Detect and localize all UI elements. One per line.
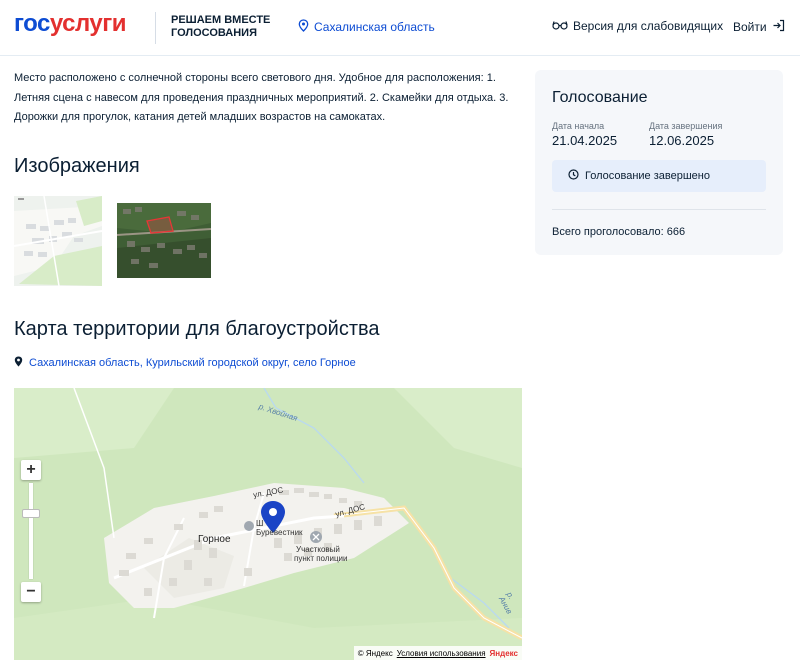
clock-icon — [568, 169, 579, 183]
end-date-label: Дата завершения — [649, 121, 723, 131]
project-title-line1: РЕШАЕМ ВМЕСТЕ — [171, 14, 271, 26]
voting-title: Голосование — [552, 89, 648, 106]
address-text: Сахалинская область, Курильский городско… — [29, 357, 356, 369]
zoom-in-button[interactable]: + — [21, 460, 41, 480]
map-copyright-bar: © Яндекс Условия использования Яндекс — [353, 646, 522, 660]
location-pin-icon — [298, 19, 309, 35]
region-label: Сахалинская область — [314, 20, 435, 34]
project-description: Место расположено с солнечной стороны вс… — [14, 72, 509, 123]
gosuslugi-logo[interactable]: госуслуги — [14, 9, 127, 39]
end-date-value: 12.06.2025 — [649, 133, 715, 148]
image-thumbnail-satellite[interactable] — [117, 203, 211, 278]
image-thumbnail-plan[interactable] — [14, 196, 102, 286]
map-label-village: Горное — [198, 534, 231, 545]
zoom-out-button[interactable]: − — [21, 582, 41, 602]
location-pin-icon — [14, 356, 23, 370]
zoom-slider-handle[interactable] — [22, 509, 40, 518]
low-vision-button[interactable]: Версия для слабовидящих — [552, 19, 723, 33]
yandex-map[interactable]: р. Хвойная ул. ДОС ул. ДОС Горное Ш Буре… — [14, 388, 522, 660]
start-date-value: 21.04.2025 — [552, 133, 618, 148]
map-heading: Карта территории для благоустройства — [14, 318, 380, 340]
login-arrow-icon — [772, 19, 785, 35]
map-label-police1: Участковый — [296, 545, 340, 554]
project-title-line2: ГОЛОСОВАНИЯ — [171, 27, 257, 39]
map-copyright: © Яндекс — [357, 648, 393, 658]
yandex-logo[interactable]: Яндекс — [490, 649, 518, 658]
map-label-school: Ш — [256, 519, 264, 528]
header-divider — [155, 12, 156, 44]
total-votes: Всего проголосовало: 666 — [552, 226, 686, 238]
zoom-slider-track[interactable] — [29, 483, 33, 579]
voting-status-text: Голосование завершено — [585, 170, 710, 182]
map-terms-link[interactable]: Условия использования — [397, 649, 486, 658]
logo-part-uslugi: услуги — [49, 10, 127, 37]
site-header: госуслуги РЕШАЕМ ВМЕСТЕ ГОЛОСОВАНИЯ Саха… — [0, 0, 800, 56]
map-address: Сахалинская область, Курильский городско… — [14, 356, 356, 370]
card-divider — [552, 209, 766, 210]
voting-card: Голосование Дата начала 21.04.2025 Дата … — [535, 70, 783, 255]
project-title[interactable]: РЕШАЕМ ВМЕСТЕ ГОЛОСОВАНИЯ — [171, 14, 270, 40]
map-label-police2: пункт полиции — [294, 554, 348, 563]
voting-status-badge: Голосование завершено — [552, 160, 766, 192]
region-selector[interactable]: Сахалинская область — [298, 19, 435, 35]
images-heading: Изображения — [14, 155, 140, 177]
start-date-label: Дата начала — [552, 121, 605, 131]
glasses-icon — [552, 19, 568, 33]
logo-part-gos: гос — [14, 10, 50, 37]
login-button[interactable]: Войти — [733, 19, 785, 35]
login-label: Войти — [733, 20, 767, 34]
low-vision-label: Версия для слабовидящих — [573, 19, 724, 33]
map-label-burevestnik: Буревестник — [256, 528, 303, 537]
